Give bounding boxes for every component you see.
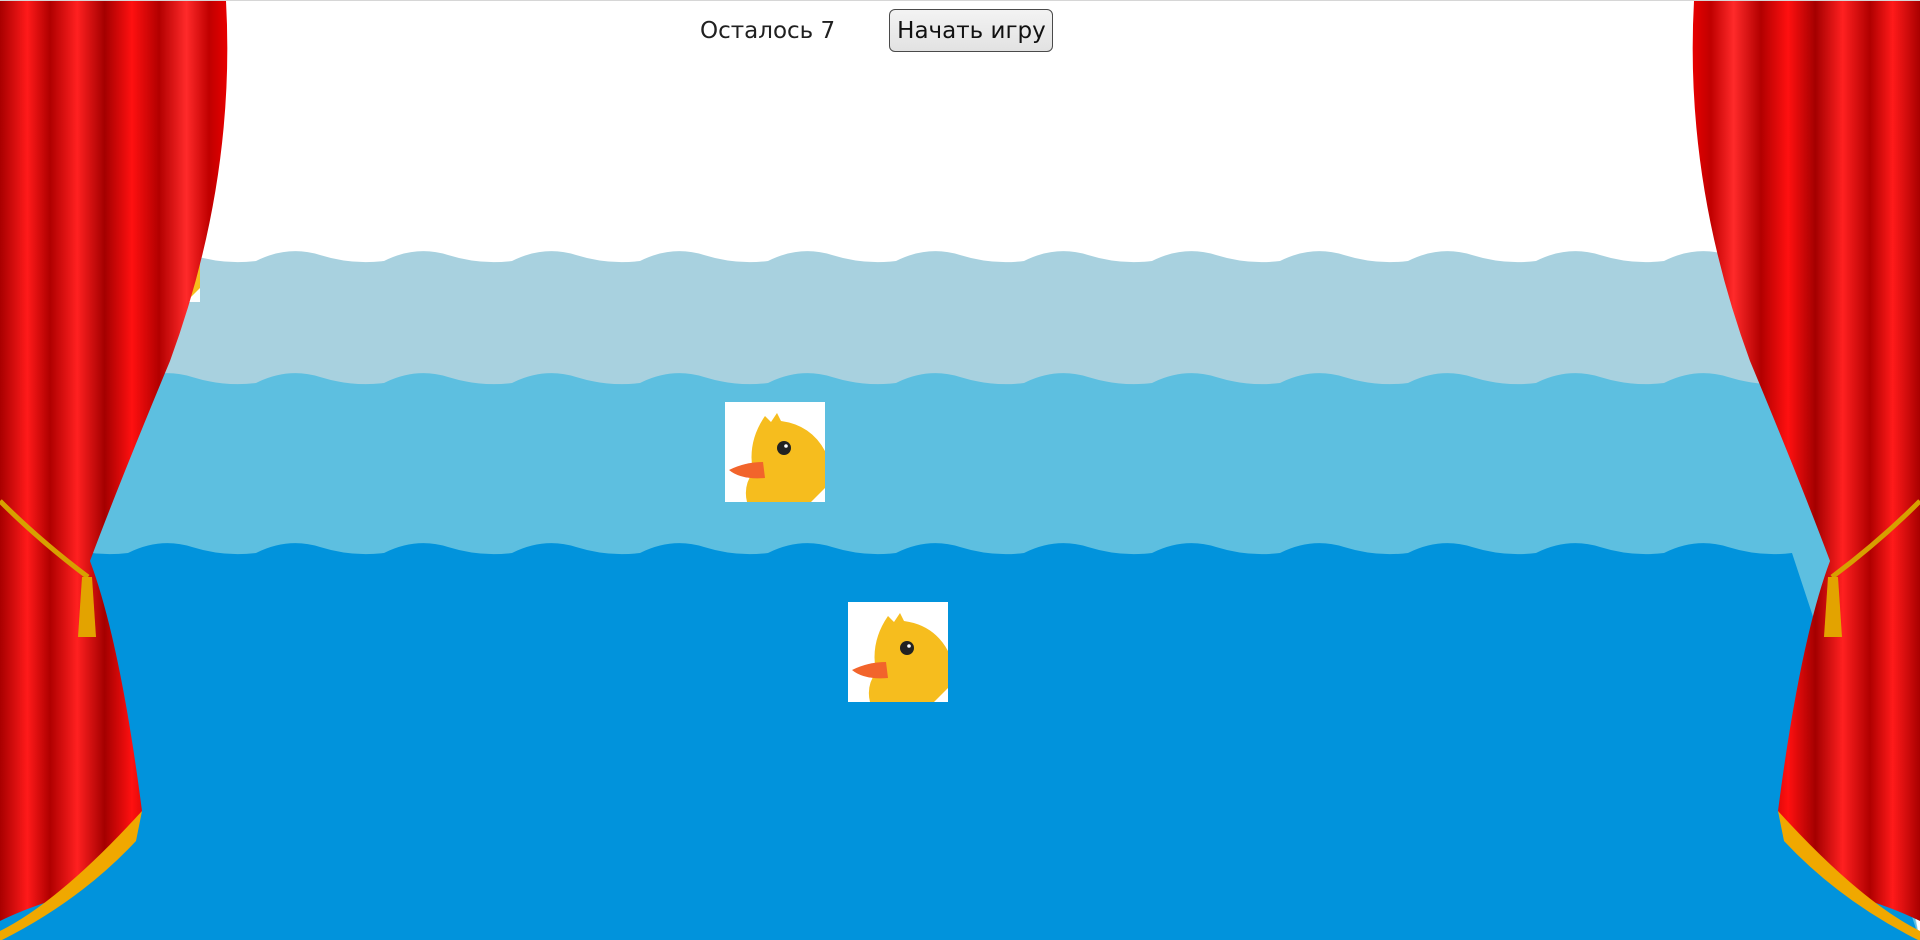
stage-curtain-left (0, 1, 228, 940)
duck-target-icon (725, 402, 825, 502)
duck-target[interactable] (725, 402, 825, 502)
ducks-remaining-counter: Осталось 7 (700, 17, 836, 44)
hud-bar: Осталось 7 Начать игру (700, 9, 1053, 52)
duck-target-icon (848, 602, 948, 702)
start-game-button[interactable]: Начать игру (889, 9, 1053, 52)
duck-target[interactable] (848, 602, 948, 702)
water-scene (0, 1, 1920, 940)
stage-curtain-right (1692, 1, 1920, 940)
game-stage: Осталось 7 Начать игру (0, 0, 1920, 940)
water-front-layer (0, 543, 1920, 940)
